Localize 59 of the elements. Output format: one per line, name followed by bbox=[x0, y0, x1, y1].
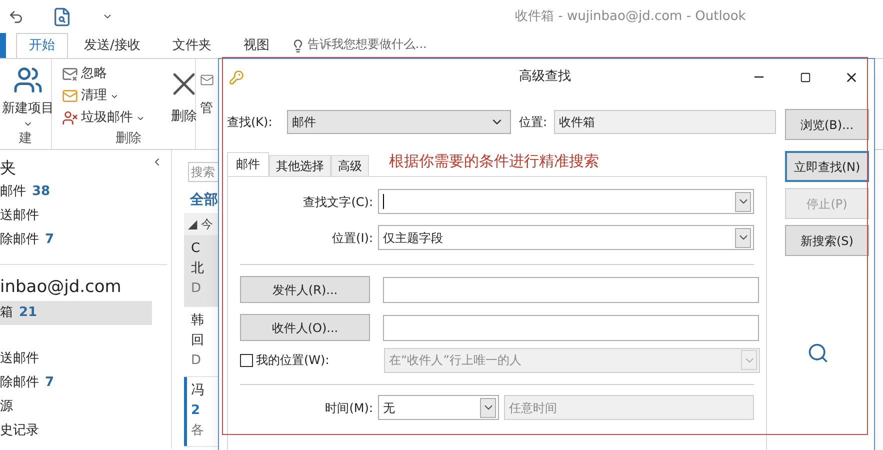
ribbon-button[interactable]: 管 bbox=[198, 63, 216, 149]
look-for-select[interactable]: 邮件 bbox=[287, 110, 511, 134]
folder-item[interactable]: 除邮件 7 bbox=[0, 370, 152, 394]
group-label: 删除 bbox=[114, 130, 142, 148]
dialog-title: 高级查找 bbox=[518, 68, 572, 86]
folder-item[interactable]: 送邮件 bbox=[0, 346, 152, 370]
window-title: 收件箱 - wujinbao@jd.com - Outlook bbox=[515, 8, 746, 26]
undo-icon[interactable] bbox=[8, 8, 24, 24]
message-item[interactable]: C 北 D bbox=[184, 235, 218, 307]
folder-item[interactable]: 除邮件 7 bbox=[0, 228, 171, 252]
sent-to-button[interactable]: 收件人(O)... bbox=[240, 314, 370, 341]
text-cursor bbox=[383, 194, 384, 209]
time-select[interactable]: 无 bbox=[378, 395, 499, 420]
field-label: 位置(I): bbox=[331, 230, 374, 246]
folder-item[interactable]: 送邮件 bbox=[0, 204, 171, 228]
dialog-tab[interactable]: 高级 bbox=[331, 155, 369, 176]
annotation-text: 根据你需要的条件进行精准搜索 bbox=[389, 150, 599, 172]
search-document-icon[interactable] bbox=[52, 6, 72, 26]
account-name: inbao@jd.com bbox=[0, 276, 122, 299]
tell-me-field[interactable]: 告诉我您想要做什么... bbox=[307, 35, 427, 53]
field-label: 位置: bbox=[519, 114, 548, 131]
search-icon bbox=[807, 342, 829, 364]
in-select[interactable]: 仅主题字段 bbox=[378, 225, 754, 250]
ribbon-tab[interactable]: 开始 bbox=[16, 33, 68, 58]
location-field[interactable]: 收件箱 bbox=[554, 110, 776, 134]
dialog-tab[interactable]: 其他选择 bbox=[269, 155, 331, 176]
dialog-button[interactable]: 新搜索(S) bbox=[785, 225, 869, 256]
filter-link[interactable]: 全部 bbox=[190, 190, 218, 211]
ribbon-button[interactable]: 垃圾邮件 bbox=[62, 107, 145, 129]
from-button[interactable]: 发件人(R)... bbox=[240, 276, 370, 303]
ribbon-tab-strip bbox=[0, 33, 6, 58]
browse-button[interactable]: 浏览(B)... bbox=[785, 109, 869, 140]
people-icon bbox=[13, 65, 43, 95]
keys-icon bbox=[229, 70, 244, 84]
mail-x-icon bbox=[62, 66, 78, 82]
ribbon-button[interactable]: 清理 bbox=[62, 85, 145, 107]
user-x-icon bbox=[62, 110, 78, 126]
folder-item[interactable]: 源 bbox=[0, 394, 152, 418]
group-label: 建 bbox=[18, 130, 33, 148]
folder-item[interactable]: 史记录 bbox=[0, 418, 152, 442]
maximize-icon bbox=[800, 72, 810, 82]
checkbox-label: 我的位置(W): bbox=[256, 352, 330, 369]
sent-to-field[interactable] bbox=[383, 314, 759, 340]
field-label: 时间(M): bbox=[324, 400, 374, 416]
ribbon-tab[interactable]: 视图 bbox=[227, 33, 286, 58]
field-label: 查找(K): bbox=[227, 114, 274, 131]
folder-item[interactable]: 邮件 38 bbox=[0, 180, 171, 204]
ribbon-button[interactable]: 新建项目 bbox=[0, 63, 56, 128]
ribbon-button[interactable]: 忽略 bbox=[62, 63, 145, 85]
mail-icon bbox=[62, 88, 78, 104]
pane-header: 夹 bbox=[0, 157, 16, 179]
folder-item[interactable]: 箱 21 bbox=[0, 300, 152, 324]
group-header: ◢ 今 bbox=[184, 213, 218, 235]
ribbon-tab[interactable]: 发送/接收 bbox=[68, 33, 156, 58]
from-field[interactable] bbox=[383, 276, 759, 302]
dialog-tab[interactable]: 邮件 bbox=[227, 152, 269, 176]
ribbon-tab[interactable]: 文件夹 bbox=[156, 33, 228, 58]
field-label: 查找文字(C): bbox=[302, 194, 374, 210]
dialog-button[interactable]: 立即查找(N) bbox=[785, 151, 869, 182]
